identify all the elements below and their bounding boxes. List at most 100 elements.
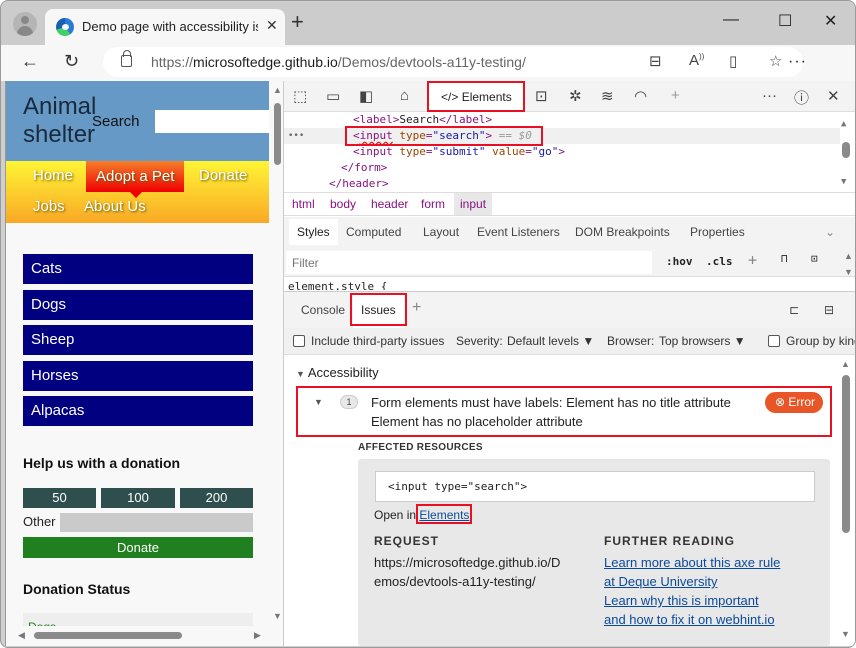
new-style-rule-icon[interactable]: + xyxy=(748,251,757,269)
third-party-checkbox[interactable] xyxy=(293,335,305,347)
help-icon[interactable]: ⓘ xyxy=(794,87,809,108)
crumb-html[interactable]: html xyxy=(292,197,315,211)
scroll-down-icon[interactable]: ▼ xyxy=(844,267,853,277)
tab-event-listeners[interactable]: Event Listeners xyxy=(477,225,560,239)
network-icon[interactable]: ≋ xyxy=(601,87,614,105)
dom-scroll-thumb[interactable] xyxy=(842,142,850,158)
lock-icon[interactable] xyxy=(121,50,132,67)
dom-ellipsis[interactable]: ••• xyxy=(288,128,304,144)
scroll-right-icon[interactable]: ▶ xyxy=(254,630,261,641)
crumb-body[interactable]: body xyxy=(330,197,356,211)
nav-adopt-a-pet[interactable]: Adopt a Pet xyxy=(86,161,185,198)
pet-link-horses[interactable]: Horses xyxy=(23,360,253,391)
cls-button[interactable]: .cls xyxy=(706,255,733,268)
tab-console[interactable]: Console xyxy=(301,303,345,317)
severity-dropdown[interactable]: Default levels ▼ xyxy=(507,334,594,348)
move-to-top-icon[interactable]: ⊏ xyxy=(789,303,799,317)
dom-line-input-search[interactable]: <input type="search"> == $0 xyxy=(353,128,532,144)
nav-about-us[interactable]: About Us xyxy=(84,198,146,215)
console-icon[interactable]: ⊡ xyxy=(535,87,548,105)
scroll-down-icon[interactable]: ▼ xyxy=(841,629,850,639)
styles-filter-input[interactable] xyxy=(286,251,652,274)
amount-200-button[interactable]: 200 xyxy=(180,488,253,508)
pet-link-dogs[interactable]: Dogs xyxy=(23,289,253,320)
crumb-form[interactable]: form xyxy=(421,197,445,211)
profile-avatar[interactable] xyxy=(13,12,37,36)
page-vertical-scrollbar[interactable]: ▲ ▼ xyxy=(271,81,283,626)
tab-elements[interactable]: </> Elements xyxy=(429,81,524,112)
pet-link-cats[interactable]: Cats xyxy=(23,254,253,284)
immersive-reader-icon[interactable]: ▯ xyxy=(729,52,737,70)
dock-drawer-icon[interactable]: ⊟ xyxy=(824,303,834,317)
favorite-icon[interactable]: ☆ xyxy=(769,52,782,70)
amount-50-button[interactable]: 50 xyxy=(23,488,96,508)
refresh-icon[interactable]: ↻ xyxy=(64,51,79,72)
category-accessibility[interactable]: ▼ Accessibility xyxy=(296,365,379,380)
tab-styles[interactable]: Styles xyxy=(289,219,338,245)
nav-jobs[interactable]: Jobs xyxy=(33,198,65,215)
nav-home[interactable]: Home xyxy=(33,167,73,184)
dom-line-form-close[interactable]: </form> xyxy=(341,160,387,176)
amount-100-button[interactable]: 100 xyxy=(101,488,175,508)
browser-tab[interactable]: Demo page with accessibility issues ✕ xyxy=(45,9,285,45)
tab-dom-breakpoints[interactable]: DOM Breakpoints xyxy=(575,225,670,239)
scroll-down-icon[interactable]: ▼ xyxy=(273,611,282,621)
tab-close-icon[interactable]: ✕ xyxy=(266,17,278,34)
scroll-thumb[interactable] xyxy=(274,103,281,165)
scroll-up-icon[interactable]: ▲ xyxy=(841,116,846,132)
add-drawer-tab-icon[interactable]: + xyxy=(412,299,421,317)
more-tools-plus-icon[interactable]: + xyxy=(671,87,680,104)
paint-brush-icon[interactable]: ⊓ xyxy=(781,252,788,265)
hov-button[interactable]: :hov xyxy=(666,255,693,268)
inspect-icon[interactable]: ⬚ xyxy=(293,87,307,105)
shopping-icon[interactable]: ⊟ xyxy=(649,52,662,70)
page-horizontal-scrollbar[interactable]: ◀ ▶ xyxy=(6,626,271,644)
issues-scroll-thumb[interactable] xyxy=(842,375,850,533)
expand-triangle-icon[interactable]: ▼ xyxy=(314,397,323,407)
close-devtools-icon[interactable]: ✕ xyxy=(827,87,840,105)
open-in-elements-link[interactable]: Elements xyxy=(419,508,469,522)
webhint-link[interactable]: Learn why this is important and how to fi… xyxy=(604,591,780,629)
scroll-left-icon[interactable]: ◀ xyxy=(18,630,25,641)
settings-more-icon[interactable]: ··· xyxy=(788,53,807,71)
crumb-header[interactable]: header xyxy=(371,197,408,211)
donate-button[interactable]: Donate xyxy=(23,537,253,558)
chevron-down-icon[interactable]: ⌄ xyxy=(825,225,835,239)
customize-more-icon[interactable]: ··· xyxy=(762,87,777,104)
back-icon[interactable]: ← xyxy=(21,51,39,72)
url-text[interactable]: https://microsoftedge.github.io/Demos/de… xyxy=(151,54,526,70)
welcome-home-icon[interactable]: ⌂ xyxy=(400,87,409,104)
deque-link[interactable]: Learn more about this axe rule at Deque U… xyxy=(604,553,780,591)
browser-dropdown[interactable]: Top browsers ▼ xyxy=(659,334,746,348)
scroll-up-icon[interactable]: ▲ xyxy=(844,251,853,261)
dom-line-label[interactable]: <label>Search</label> xyxy=(353,112,492,128)
tab-computed[interactable]: Computed xyxy=(346,225,401,239)
tab-layout[interactable]: Layout xyxy=(423,225,459,239)
device-emulation-icon[interactable]: ▭ xyxy=(326,87,340,105)
nav-donate[interactable]: Donate xyxy=(199,167,247,184)
dom-scrollbar[interactable]: ▲ ▼ xyxy=(840,112,852,192)
tab-properties[interactable]: Properties xyxy=(690,225,745,239)
address-bar[interactable]: https://microsoftedge.github.io/Demos/de… xyxy=(103,47,803,77)
toggle-sidebar-icon[interactable]: ⊡ xyxy=(811,252,818,265)
search-input[interactable] xyxy=(155,110,269,133)
crumb-input[interactable]: input xyxy=(454,193,493,215)
dom-line-header-close[interactable]: </header> xyxy=(329,176,389,192)
sources-bug-icon[interactable]: ✲ xyxy=(569,87,582,105)
new-tab-button[interactable]: + xyxy=(291,11,304,33)
performance-icon[interactable]: ◠ xyxy=(634,87,647,105)
minimize-button[interactable]: — xyxy=(723,11,739,29)
scroll-up-icon[interactable]: ▲ xyxy=(273,85,282,95)
scroll-up-icon[interactable]: ▲ xyxy=(841,359,850,369)
other-amount-input[interactable] xyxy=(60,513,253,532)
group-by-kind-checkbox[interactable] xyxy=(768,335,780,347)
issues-scrollbar[interactable]: ▲ ▼ xyxy=(840,355,852,646)
dock-icon[interactable]: ◧ xyxy=(359,87,373,105)
maximize-button[interactable]: ☐ xyxy=(778,11,792,31)
issue-row[interactable]: ▼ 1 Form elements must have labels: Elem… xyxy=(298,388,830,436)
hscroll-thumb[interactable] xyxy=(34,632,182,639)
pet-link-alpacas[interactable]: Alpacas xyxy=(23,396,253,426)
pet-link-sheep[interactable]: Sheep xyxy=(23,325,253,355)
scroll-down-icon[interactable]: ▼ xyxy=(841,174,846,190)
tab-issues[interactable]: Issues xyxy=(353,295,404,329)
